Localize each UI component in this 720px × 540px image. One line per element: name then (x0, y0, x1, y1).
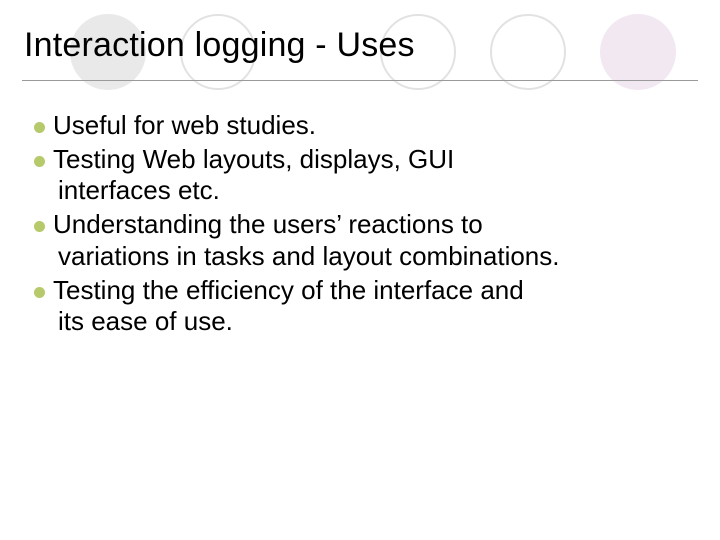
bullet-list: Useful for web studies. Testing Web layo… (34, 110, 674, 340)
list-item-text: Testing Web layouts, displays, GUI (53, 144, 454, 174)
list-item-text: Useful for web studies. (53, 110, 316, 140)
list-item: Testing Web layouts, displays, GUI inter… (34, 144, 674, 207)
bullet-icon (34, 156, 45, 167)
list-item-continuation: variations in tasks and layout combinati… (34, 241, 674, 273)
bullet-icon (34, 122, 45, 133)
bullet-icon (34, 287, 45, 298)
list-item-text: Testing the efficiency of the interface … (53, 275, 524, 305)
list-item: Useful for web studies. (34, 110, 674, 142)
slide-title: Interaction logging - Uses (24, 26, 415, 65)
list-item-continuation: interfaces etc. (34, 175, 674, 207)
title-rule (22, 80, 698, 81)
list-item: Understanding the users’ reactions to va… (34, 209, 674, 272)
list-item-text: Understanding the users’ reactions to (53, 209, 483, 239)
list-item-continuation: its ease of use. (34, 306, 674, 338)
circle-decor (490, 14, 566, 90)
list-item: Testing the efficiency of the interface … (34, 275, 674, 338)
circle-decor (600, 14, 676, 90)
bullet-icon (34, 221, 45, 232)
